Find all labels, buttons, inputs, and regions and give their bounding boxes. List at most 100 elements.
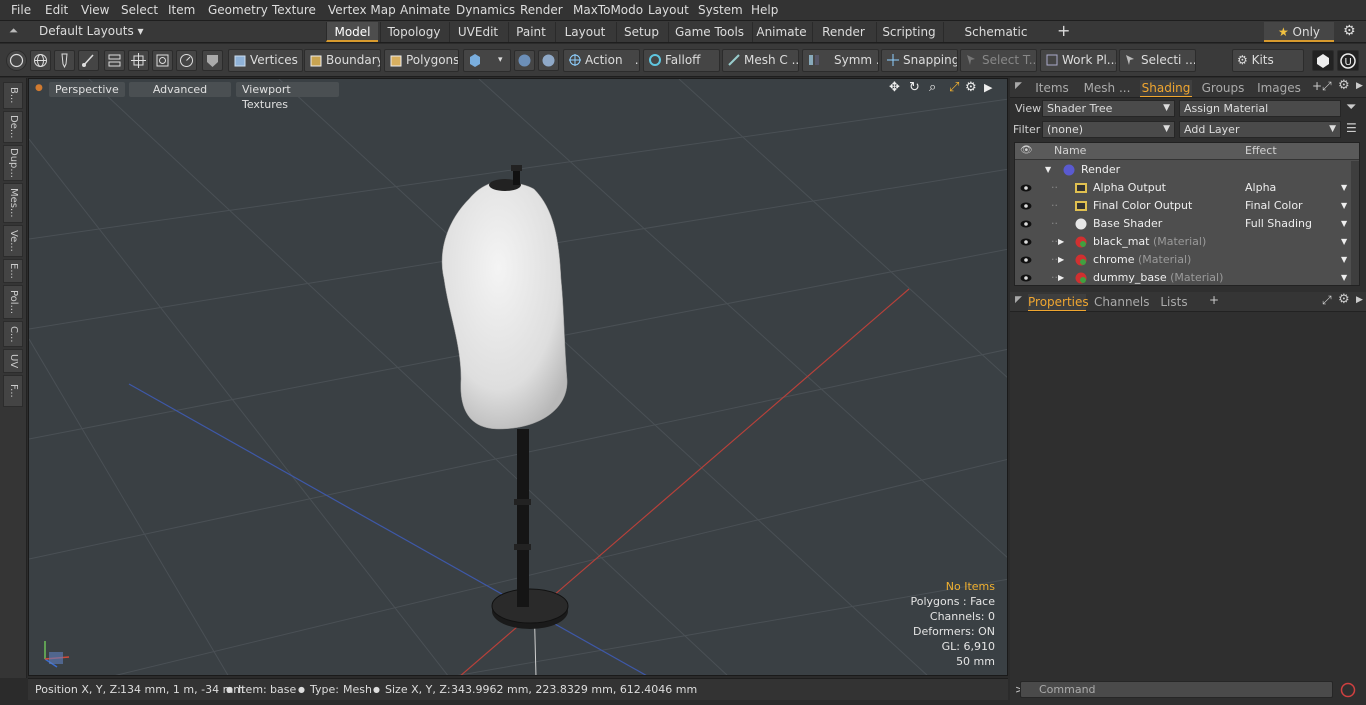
menu-help[interactable]: Help xyxy=(751,3,778,17)
tab-paint[interactable]: Paint xyxy=(508,22,553,42)
menu-file[interactable]: File xyxy=(11,3,31,17)
menu-item[interactable]: Item xyxy=(168,3,195,17)
tab-schematic-fusion[interactable]: Schematic Fusion xyxy=(943,22,1048,59)
left-tab-vertex[interactable]: Ve... xyxy=(3,225,23,257)
add-tab-button[interactable]: + xyxy=(1057,21,1070,40)
tree-row-base-shader[interactable]: ·· Base Shader Full Shading ▼ xyxy=(1015,215,1359,233)
panel-menu-icon[interactable]: ▶ xyxy=(1356,81,1363,91)
tab-layout[interactable]: Layout xyxy=(555,22,614,42)
panel-gear-icon[interactable]: ⚙ xyxy=(1338,78,1350,93)
chevron-down-icon[interactable]: ▼ xyxy=(1341,251,1347,269)
panel-gear-icon[interactable]: ⚙ xyxy=(1338,292,1350,307)
snapping-button[interactable]: Snapping xyxy=(881,49,958,72)
eye-icon[interactable] xyxy=(1020,273,1032,283)
tab-setup[interactable]: Setup xyxy=(616,22,666,42)
collapse-icon[interactable]: ▼ xyxy=(1045,161,1051,179)
mesh-constraint-button[interactable]: Mesh C ... xyxy=(722,49,799,72)
collapse-arrow-icon[interactable]: ⏶ xyxy=(9,24,18,38)
material-mode-dropdown[interactable]: ▾ xyxy=(463,49,511,72)
globe-icon[interactable] xyxy=(30,50,51,71)
advanced-button[interactable]: Advanced xyxy=(129,82,231,97)
select-through-button[interactable]: Select T... xyxy=(960,49,1037,72)
expand-icon[interactable]: ⤢ xyxy=(1322,293,1332,308)
tab-scripting[interactable]: Scripting xyxy=(876,22,941,42)
tree-row-final-color-output[interactable]: ·· Final Color Output Final Color ▼ xyxy=(1015,197,1359,215)
add-layer-dropdown[interactable]: Add Layer ▼ xyxy=(1179,121,1341,138)
tab-model[interactable]: Model xyxy=(326,22,378,42)
expand-arrow-icon[interactable]: ▶ xyxy=(1058,269,1064,285)
left-tab-uv[interactable]: UV xyxy=(3,349,23,373)
selection-sets-button[interactable]: Selecti ... xyxy=(1119,49,1196,72)
view-dropdown[interactable]: Shader Tree ▼ xyxy=(1042,100,1175,117)
pan-icon[interactable]: ✥ xyxy=(889,80,900,95)
tree-scrollbar[interactable] xyxy=(1351,161,1359,285)
tab-render[interactable]: Render xyxy=(812,22,874,42)
list-options-icon[interactable]: ☰ xyxy=(1346,121,1357,135)
filter-dropdown[interactable]: (none) ▼ xyxy=(1042,121,1175,138)
menu-render[interactable]: Render xyxy=(520,3,563,17)
perspective-button[interactable]: Perspective xyxy=(49,82,125,97)
tree-row-effect[interactable]: Final Color xyxy=(1245,197,1303,215)
falloff-button[interactable]: Falloff xyxy=(643,49,720,72)
kits-button[interactable]: ⚙ Kits xyxy=(1232,49,1304,72)
tab-lists[interactable]: Lists xyxy=(1154,294,1194,311)
command-input[interactable]: Command xyxy=(1020,681,1333,698)
unity-icon[interactable] xyxy=(1312,50,1334,71)
select-circle-icon[interactable] xyxy=(6,50,27,71)
layouts-dropdown[interactable]: Default Layouts ▾ xyxy=(39,24,144,38)
tree-row-black-mat[interactable]: ·· ▶ black_mat (Material) ▼ xyxy=(1015,233,1359,251)
menu-select[interactable]: Select xyxy=(121,3,158,17)
viewport-textures-button[interactable]: Viewport Textures xyxy=(236,82,339,111)
panel-menu-icon[interactable]: ▶ xyxy=(1356,295,1363,305)
tab-animate[interactable]: Animate xyxy=(752,22,810,42)
transform-icon[interactable] xyxy=(104,50,125,71)
menu-geometry[interactable]: Geometry xyxy=(208,3,268,17)
panel-arrow-icon[interactable]: ◤ xyxy=(1015,295,1022,305)
left-tab-basic[interactable]: B... xyxy=(3,82,23,109)
pen-icon[interactable] xyxy=(54,50,75,71)
viewport-menu-arrow-icon[interactable]: ▶ xyxy=(984,81,992,94)
left-tab-edge[interactable]: E... xyxy=(3,259,23,283)
snap-cube-icon[interactable] xyxy=(514,50,535,71)
tab-game-tools[interactable]: Game Tools xyxy=(668,22,750,42)
tab-groups[interactable]: Groups xyxy=(1198,80,1248,97)
rotate-view-icon[interactable]: ↻ xyxy=(909,80,920,95)
action-button[interactable]: Action… xyxy=(563,49,640,72)
assign-material-button[interactable]: Assign Material xyxy=(1179,100,1341,117)
eye-icon[interactable] xyxy=(1020,201,1032,211)
eye-icon[interactable] xyxy=(1020,219,1032,229)
scale-circle-icon[interactable] xyxy=(176,50,197,71)
tab-properties[interactable]: Properties xyxy=(1028,294,1089,311)
tree-row-effect[interactable]: Alpha xyxy=(1245,179,1276,197)
menu-dynamics[interactable]: Dynamics xyxy=(456,3,515,17)
brush-icon[interactable] xyxy=(78,50,99,71)
snap-sphere-icon[interactable] xyxy=(538,50,559,71)
vertices-button[interactable]: Vertices xyxy=(228,49,303,72)
left-tab-deform[interactable]: De... xyxy=(3,111,23,143)
chevron-down-icon[interactable]: ▼ xyxy=(1341,179,1347,197)
expand-arrow-icon[interactable]: ▶ xyxy=(1058,233,1064,251)
rotate-square-icon[interactable] xyxy=(152,50,173,71)
expand-arrow-icon[interactable]: ▶ xyxy=(1058,251,1064,269)
shield-icon[interactable] xyxy=(202,50,223,71)
panel-arrow-icon[interactable]: ◤ xyxy=(1015,81,1022,91)
menu-layout[interactable]: Layout xyxy=(648,3,689,17)
tab-items[interactable]: Items xyxy=(1032,80,1072,97)
add-tab-icon[interactable]: + xyxy=(1312,79,1322,93)
chevron-down-icon[interactable]: ▼ xyxy=(1341,197,1347,215)
eye-icon[interactable] xyxy=(1020,255,1032,265)
left-tab-duplicate[interactable]: Dup... xyxy=(3,145,23,181)
symmetry-button[interactable]: Symm ... xyxy=(802,49,879,72)
menu-maxtomodo[interactable]: MaxToModo xyxy=(573,3,643,17)
tab-mesh[interactable]: Mesh ... xyxy=(1080,80,1134,97)
left-tab-polygon[interactable]: Pol... xyxy=(3,285,23,319)
boundary-button[interactable]: Boundary xyxy=(304,49,381,72)
tree-row-chrome[interactable]: ·· ▶ chrome (Material) ▼ xyxy=(1015,251,1359,269)
viewport-dot-icon[interactable]: ● xyxy=(35,83,43,93)
zoom-icon[interactable]: ⌕ xyxy=(929,80,936,95)
menu-vertex-map[interactable]: Vertex Map xyxy=(328,3,396,17)
chevron-down-icon[interactable]: ▼ xyxy=(1341,215,1347,233)
viewport-gear-icon[interactable]: ⚙ xyxy=(965,80,977,95)
tab-shading[interactable]: Shading xyxy=(1140,80,1192,97)
column-name[interactable]: Name xyxy=(1054,144,1086,157)
